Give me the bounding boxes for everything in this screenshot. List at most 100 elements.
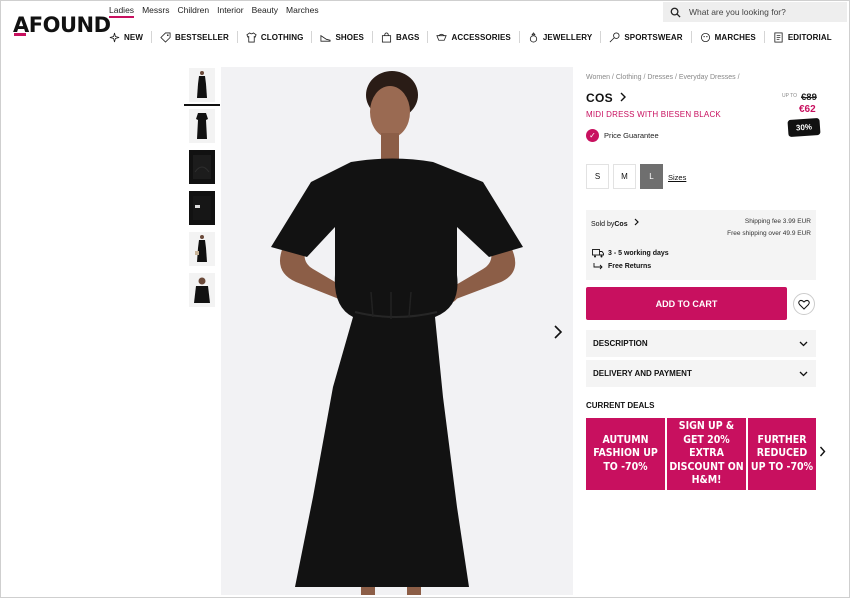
heart-icon bbox=[798, 299, 810, 310]
thumbnail-6[interactable] bbox=[189, 273, 215, 307]
top-nav-children[interactable]: Children bbox=[177, 5, 209, 18]
product-name: MIDI DRESS WITH BIESEN BLACK bbox=[586, 110, 721, 119]
thumbnail-4[interactable] bbox=[189, 191, 215, 225]
size-option-s[interactable]: S bbox=[586, 164, 609, 189]
chevron-right-icon bbox=[634, 218, 639, 226]
deal-card-autumn[interactable]: AUTUMN FASHION UP TO -70% bbox=[586, 418, 665, 490]
seller-name: Cos bbox=[614, 221, 628, 228]
thumbnail-1[interactable] bbox=[184, 68, 220, 106]
label-detail-image bbox=[193, 196, 211, 220]
sold-by[interactable]: Sold byCos bbox=[591, 218, 640, 228]
top-nav-messrs[interactable]: Messrs bbox=[142, 5, 169, 18]
wishlist-button[interactable] bbox=[793, 293, 815, 315]
product-main-image[interactable] bbox=[221, 67, 573, 595]
price-guarantee-label: Price Guarantee bbox=[604, 131, 659, 140]
chevron-right-icon bbox=[819, 446, 826, 457]
dress-flat-image bbox=[196, 113, 208, 139]
afound-logo[interactable]: AFOUND bbox=[13, 13, 111, 37]
shoe-icon bbox=[320, 34, 331, 42]
deal-card-text: FURTHER REDUCED UP TO -70% bbox=[750, 433, 814, 473]
price-sale: €62 bbox=[799, 104, 816, 115]
shirt-icon bbox=[246, 31, 257, 42]
fabric-detail-image bbox=[193, 155, 211, 179]
deal-card-text: AUTUMN FASHION UP TO -70% bbox=[593, 433, 658, 473]
cat-bags-label: BAGS bbox=[395, 32, 420, 42]
thumbnail-strip bbox=[184, 68, 220, 314]
category-nav: NEW BESTSELLER CLOTHING SHOES BAGS ACCES… bbox=[109, 31, 840, 43]
model-dress-illustration bbox=[271, 71, 523, 595]
free-returns: Free Returns bbox=[592, 262, 651, 271]
dress-bag-image bbox=[195, 235, 207, 262]
cat-marches-label: MARCHES bbox=[714, 32, 756, 42]
sport-icon bbox=[609, 32, 620, 42]
marches-icon bbox=[700, 32, 710, 42]
accordion-description-label: DESCRIPTION bbox=[593, 339, 648, 348]
cat-editorial-label: EDITORIAL bbox=[787, 32, 832, 42]
top-nav-ladies[interactable]: Ladies bbox=[109, 5, 135, 18]
size-selector: S M L bbox=[586, 164, 667, 189]
truck-icon bbox=[592, 249, 604, 258]
cat-shoes[interactable]: SHOES bbox=[312, 31, 373, 43]
price-original: €89 bbox=[801, 92, 817, 103]
cat-bestseller-label: BESTSELLER bbox=[174, 32, 229, 42]
ring-icon bbox=[529, 31, 537, 42]
top-nav-beauty[interactable]: Beauty bbox=[252, 5, 278, 18]
free-returns-label: Free Returns bbox=[608, 263, 652, 270]
dress-closeup-image bbox=[194, 277, 210, 303]
cat-jewellery[interactable]: JEWELLERY bbox=[520, 31, 602, 43]
top-nav-interior[interactable]: Interior bbox=[217, 5, 243, 18]
return-arrow-icon bbox=[593, 263, 603, 270]
deal-card-signup[interactable]: SIGN UP & GET 20% EXTRA DISCOUNT ON H&M! bbox=[667, 418, 746, 490]
cat-jewellery-label: JEWELLERY bbox=[542, 32, 593, 42]
cat-marches[interactable]: MARCHES bbox=[692, 31, 765, 43]
cat-shoes-label: SHOES bbox=[335, 32, 364, 42]
bag-icon bbox=[381, 32, 392, 42]
image-next-arrow[interactable] bbox=[553, 324, 563, 345]
add-to-cart-button[interactable]: ADD TO CART bbox=[586, 287, 787, 320]
brand-name[interactable]: COS bbox=[586, 91, 627, 105]
dress-front-image bbox=[197, 71, 207, 98]
thumbnail-5[interactable] bbox=[189, 232, 215, 266]
cat-bags[interactable]: BAGS bbox=[373, 31, 429, 43]
cat-accessories-label: ACCESSORIES bbox=[451, 32, 511, 42]
chevron-right-icon bbox=[620, 92, 626, 102]
size-guide-link[interactable]: Sizes bbox=[668, 173, 686, 182]
brand-label: COS bbox=[586, 91, 613, 105]
size-option-m[interactable]: M bbox=[613, 164, 636, 189]
thumbnail-3[interactable] bbox=[189, 150, 215, 184]
search-bar[interactable]: What are you looking for? bbox=[663, 2, 847, 22]
sold-by-label: Sold by bbox=[591, 221, 615, 228]
price-guarantee: ✓ Price Guarantee bbox=[586, 129, 659, 142]
breadcrumb[interactable]: Women / Clothing / Dresses / Everyday Dr… bbox=[586, 74, 740, 81]
delivery-time: 3 - 5 working days bbox=[592, 249, 669, 258]
top-nav-marches[interactable]: Marches bbox=[286, 5, 319, 18]
check-badge-icon: ✓ bbox=[586, 129, 599, 142]
shipping-fee: Shipping fee 3.99 EUR bbox=[744, 218, 811, 225]
editorial-icon bbox=[774, 32, 783, 42]
sparkle-icon bbox=[109, 32, 120, 42]
seller-info-box: Sold byCos Shipping fee 3.99 EUR Free sh… bbox=[586, 210, 816, 280]
search-icon bbox=[670, 7, 681, 18]
cat-sportswear-label: SPORTSWEAR bbox=[624, 32, 683, 42]
thumbnail-2[interactable] bbox=[189, 109, 215, 143]
tag-icon bbox=[160, 32, 171, 43]
free-shipping-threshold: Free shipping over 49.9 EUR bbox=[727, 230, 811, 237]
accordion-description[interactable]: DESCRIPTION bbox=[586, 330, 816, 357]
cat-clothing[interactable]: CLOTHING bbox=[238, 31, 313, 43]
search-placeholder: What are you looking for? bbox=[689, 7, 786, 17]
accordion-delivery-payment[interactable]: DELIVERY AND PAYMENT bbox=[586, 360, 816, 387]
cat-sportswear[interactable]: SPORTSWEAR bbox=[601, 31, 692, 43]
cat-new[interactable]: NEW bbox=[109, 31, 152, 43]
cat-accessories[interactable]: ACCESSORIES bbox=[428, 31, 520, 43]
deal-card-text: SIGN UP & GET 20% EXTRA DISCOUNT ON H&M! bbox=[669, 419, 744, 487]
top-nav: Ladies Messrs Children Interior Beauty M… bbox=[109, 5, 319, 18]
cat-new-label: NEW bbox=[124, 32, 143, 42]
discount-badge: 30% bbox=[787, 117, 821, 138]
current-deals-title: CURRENT DEALS bbox=[586, 401, 655, 410]
cat-editorial[interactable]: EDITORIAL bbox=[765, 31, 840, 43]
deal-card-further-reduced[interactable]: FURTHER REDUCED UP TO -70% bbox=[748, 418, 816, 490]
cat-bestseller[interactable]: BESTSELLER bbox=[152, 31, 238, 43]
deals-next-arrow[interactable] bbox=[819, 446, 826, 460]
size-option-l[interactable]: L bbox=[640, 164, 663, 189]
logo-accent-bar bbox=[14, 33, 26, 36]
